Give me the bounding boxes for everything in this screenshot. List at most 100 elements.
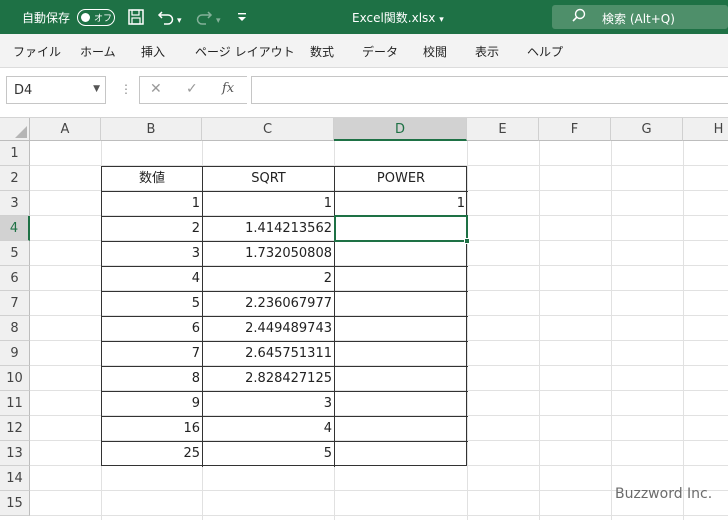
cell-d11[interactable] [335,391,467,416]
cell-c3[interactable]: 1 [203,191,334,216]
cell-b11[interactable]: 9 [102,391,202,416]
search-box[interactable]: 検索 (Alt+Q) [552,5,728,29]
customize-toolbar-icon[interactable] [237,10,247,28]
row-header-4[interactable]: 4 [0,216,30,241]
cell-b8[interactable]: 6 [102,316,202,341]
formula-buttons: ✕ ✓ fx [139,76,247,104]
redo-dropdown-icon[interactable]: ▾ [216,12,221,30]
insert-function-icon[interactable]: fx [222,81,234,96]
watermark: Buzzword Inc. [615,486,713,502]
row-header-7[interactable]: 7 [0,291,30,316]
save-icon[interactable] [127,8,145,30]
column-header-b[interactable]: B [101,118,202,141]
row-header-9[interactable]: 9 [0,341,30,366]
cell-b4[interactable]: 2 [102,216,202,241]
ribbon-tabs: ファイル ホーム 挿入 ページ レイアウト 数式 データ 校閲 表示 ヘルプ [0,34,728,68]
cell-b7[interactable]: 5 [102,291,202,316]
tab-file[interactable]: ファイル [13,43,61,60]
autosave-toggle[interactable]: オフ [77,9,115,26]
cell-d5[interactable] [335,241,467,266]
tab-page-layout[interactable]: ページ レイアウト [195,43,295,60]
column-header-d[interactable]: D [334,118,467,141]
column-header-f[interactable]: F [539,118,611,141]
name-box[interactable]: D4 ▼ [6,76,106,104]
cell-d12[interactable] [335,416,467,441]
cell-b13[interactable]: 25 [102,441,202,466]
column-header-e[interactable]: E [467,118,539,141]
enter-icon[interactable]: ✓ [186,81,198,97]
undo-icon[interactable] [157,8,175,30]
cell-c5[interactable]: 1.732050808 [203,241,334,266]
name-box-value: D4 [14,83,33,98]
cell-b9[interactable]: 7 [102,341,202,366]
row-header-5[interactable]: 5 [0,241,30,266]
tab-view[interactable]: 表示 [475,43,499,60]
formula-bar: D4 ▼ ⋮ ✕ ✓ fx [0,68,728,118]
row-header-10[interactable]: 10 [0,366,30,391]
row-header-15[interactable]: 15 [0,491,30,516]
cell-d2[interactable]: POWER [335,166,467,191]
file-title-dropdown-icon: ▾ [439,15,444,25]
cell-d8[interactable] [335,316,467,341]
tab-help[interactable]: ヘルプ [527,43,563,60]
row-header-1[interactable]: 1 [0,141,30,166]
tab-insert[interactable]: 挿入 [141,43,165,60]
undo-dropdown-icon[interactable]: ▾ [177,12,182,30]
worksheet: A B C D E F G H 1 2 3 4 5 6 7 8 9 10 11 … [0,118,728,520]
cell-b3[interactable]: 1 [102,191,202,216]
toggle-knob [81,12,90,22]
cell-c4[interactable]: 1.414213562 [203,216,334,241]
cell-d6[interactable] [335,266,467,291]
row-header-8[interactable]: 8 [0,316,30,341]
search-icon [572,8,586,26]
row-header-3[interactable]: 3 [0,191,30,216]
row-header-6[interactable]: 6 [0,266,30,291]
cell-c13[interactable]: 5 [203,441,334,466]
cell-d3[interactable]: 1 [335,191,467,216]
cell-c2[interactable]: SQRT [203,166,334,191]
cell-grid[interactable]: 数値 SQRT POWER 1 1 1 2 1.414213562 3 1.73… [30,141,728,520]
title-bar: 自動保存 オフ ▾ ▾ Excel関数.xlsx ▾ 検索 (Alt+Q) [0,0,728,34]
redo-icon[interactable] [195,8,213,30]
row-header-13[interactable]: 13 [0,441,30,466]
tab-home[interactable]: ホーム [80,43,116,60]
file-name: Excel関数.xlsx [352,11,436,25]
tab-data[interactable]: データ [362,43,398,60]
cell-b6[interactable]: 4 [102,266,202,291]
fill-handle[interactable] [464,238,470,244]
cancel-icon[interactable]: ✕ [150,81,162,97]
cell-d13[interactable] [335,441,467,466]
tab-formulas[interactable]: 数式 [310,43,334,60]
column-header-h[interactable]: H [683,118,728,141]
formula-input[interactable] [251,76,728,104]
column-header-c[interactable]: C [202,118,334,141]
name-box-dropdown-icon[interactable]: ▼ [93,84,100,94]
cell-d10[interactable] [335,366,467,391]
cell-b10[interactable]: 8 [102,366,202,391]
cell-c12[interactable]: 4 [203,416,334,441]
row-header-14[interactable]: 14 [0,466,30,491]
select-all-button[interactable] [0,118,30,141]
cell-c9[interactable]: 2.645751311 [203,341,334,366]
cell-c10[interactable]: 2.828427125 [203,366,334,391]
cell-c8[interactable]: 2.449489743 [203,316,334,341]
row-header-11[interactable]: 11 [0,391,30,416]
active-cell-selection[interactable] [334,215,470,244]
column-header-g[interactable]: G [611,118,683,141]
file-title[interactable]: Excel関数.xlsx ▾ [352,9,444,26]
cell-c6[interactable]: 2 [203,266,334,291]
search-placeholder: 検索 (Alt+Q) [602,12,675,26]
row-header-12[interactable]: 12 [0,416,30,441]
cell-b2[interactable]: 数値 [102,166,202,191]
cell-d7[interactable] [335,291,467,316]
cell-c11[interactable]: 3 [203,391,334,416]
row-header-2[interactable]: 2 [0,166,30,191]
cell-b5[interactable]: 3 [102,241,202,266]
autosave-toggle-state: オフ [94,14,113,24]
autosave-label: 自動保存 [22,11,71,25]
tab-review[interactable]: 校閲 [423,43,447,60]
cell-d9[interactable] [335,341,467,366]
column-header-a[interactable]: A [30,118,101,141]
cell-c7[interactable]: 2.236067977 [203,291,334,316]
cell-b12[interactable]: 16 [102,416,202,441]
